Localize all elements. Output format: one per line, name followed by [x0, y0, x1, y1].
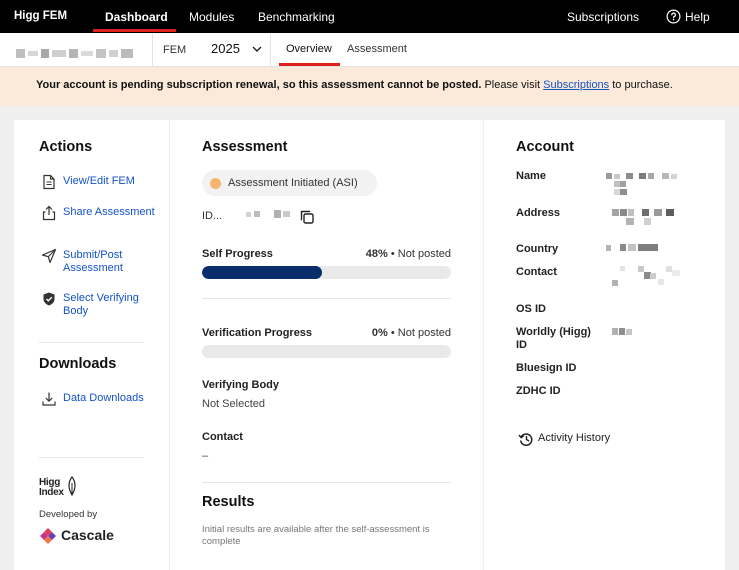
redacted-account-contact [612, 266, 680, 286]
nav-dashboard[interactable]: Dashboard [105, 10, 168, 24]
banner-pre-link: Please visit [481, 79, 544, 91]
downloads-title: Downloads [39, 356, 117, 372]
self-progress-label: Self Progress [202, 248, 273, 260]
tab-overview[interactable]: Overview [286, 43, 332, 55]
self-progress-bar [202, 266, 451, 279]
subscription-warning-banner: Your account is pending subscription ren… [0, 67, 739, 106]
verification-progress-post-status: Not posted [397, 327, 451, 339]
shield-check-icon [43, 292, 55, 306]
help-icon[interactable] [666, 9, 681, 24]
tab-assessment[interactable]: Assessment [347, 43, 407, 55]
cascale-logo: Cascale [39, 526, 129, 546]
action-label[interactable]: Submit/Post Assessment [63, 249, 163, 274]
account-zdhc-id-label: ZDHC ID [516, 385, 561, 397]
account-os-id-label: OS ID [516, 303, 546, 315]
chevron-down-icon[interactable] [252, 45, 262, 53]
account-panel: Account Name Address Country Contact OS … [484, 120, 725, 570]
banner-message: Your account is pending subscription ren… [36, 79, 482, 91]
year-select[interactable]: 2025 [211, 41, 240, 56]
results-note: Initial results are available after the … [202, 524, 430, 547]
account-country-label: Country [516, 243, 559, 255]
active-nav-indicator [93, 29, 176, 32]
developed-by-text: Developed by [39, 509, 98, 520]
redacted-account-country [606, 244, 658, 251]
document-icon [43, 174, 55, 190]
assessment-panel: Assessment Assessment Initiated (ASI) ID… [170, 120, 483, 570]
status-dot [210, 178, 221, 189]
redacted-account-name [606, 173, 677, 195]
cascale-mark-icon [40, 528, 56, 544]
action-label[interactable]: View/Edit FEM [63, 175, 163, 188]
actions-title: Actions [39, 139, 93, 155]
activity-history-label[interactable]: Activity History [538, 432, 610, 444]
contact-label: Contact [202, 431, 243, 443]
verification-progress-status: 0% • Not posted [371, 327, 451, 339]
nav-subscriptions[interactable]: Subscriptions [567, 10, 639, 24]
cascale-wordmark: Cascale [61, 527, 114, 543]
section-divider [39, 342, 144, 343]
verifying-body-label: Verifying Body [202, 379, 280, 391]
module-label: FEM [163, 44, 187, 56]
account-worldly-id-label: Worldly (Higg) ID [516, 326, 591, 351]
verification-progress-label: Verification Progress [202, 327, 313, 339]
account-address-label: Address [516, 207, 561, 219]
assessment-title: Assessment [202, 139, 288, 155]
action-label[interactable]: Data Downloads [63, 392, 163, 405]
redacted-assessment-id [246, 210, 290, 218]
self-progress-status: 48% • Not posted [365, 248, 451, 260]
section-divider [39, 457, 144, 458]
higg-index-logo: Higg Index [39, 476, 76, 498]
account-name-label: Name [516, 170, 546, 182]
nav-benchmarking[interactable]: Benchmarking [258, 10, 335, 24]
copy-icon[interactable] [299, 209, 315, 225]
active-tab-indicator [279, 63, 340, 66]
nav-help[interactable]: Help [685, 10, 710, 24]
subbar-divider [270, 33, 271, 67]
redacted-facility-name [16, 45, 136, 58]
verification-progress-percent: 0% [371, 327, 388, 339]
verification-progress-bar [202, 345, 451, 358]
redacted-worldly-id [612, 328, 632, 335]
top-navigation: Higg FEM Dashboard Modules Benchmarking … [0, 0, 739, 33]
nav-modules[interactable]: Modules [189, 10, 234, 24]
account-bluesign-id-label: Bluesign ID [516, 362, 577, 374]
svg-text:Index: Index [39, 487, 64, 498]
section-divider [202, 482, 451, 483]
status-badge: Assessment Initiated (ASI) [202, 170, 377, 196]
history-icon [518, 433, 533, 446]
self-progress-percent: 48% [365, 248, 388, 260]
send-icon [41, 248, 57, 264]
contact-value: – [202, 450, 209, 462]
results-title: Results [202, 494, 255, 510]
brand-title[interactable]: Higg FEM [14, 10, 67, 22]
verifying-body-value: Not Selected [202, 398, 265, 410]
banner-post-link: to purchase. [609, 79, 673, 91]
share-icon [42, 205, 56, 221]
banner-subscriptions-link[interactable]: Subscriptions [543, 79, 609, 91]
status-text: Assessment Initiated (ASI) [228, 177, 358, 189]
sub-navigation-bar: FEM 2025 Overview Assessment [0, 33, 739, 67]
redacted-account-address [612, 209, 674, 225]
section-divider [202, 298, 451, 299]
self-progress-post-status: Not posted [397, 248, 451, 260]
subbar-divider [152, 33, 153, 67]
account-contact-label: Contact [516, 266, 557, 278]
actions-panel: Actions View/Edit FEM Share Assessment S… [14, 120, 169, 570]
action-label[interactable]: Share Assessment [63, 206, 163, 219]
action-label[interactable]: Select Verifying Body [63, 292, 163, 317]
account-title: Account [516, 139, 574, 155]
download-icon [42, 392, 56, 406]
assessment-id-label: ID... [202, 210, 223, 222]
self-progress-fill [202, 266, 322, 279]
